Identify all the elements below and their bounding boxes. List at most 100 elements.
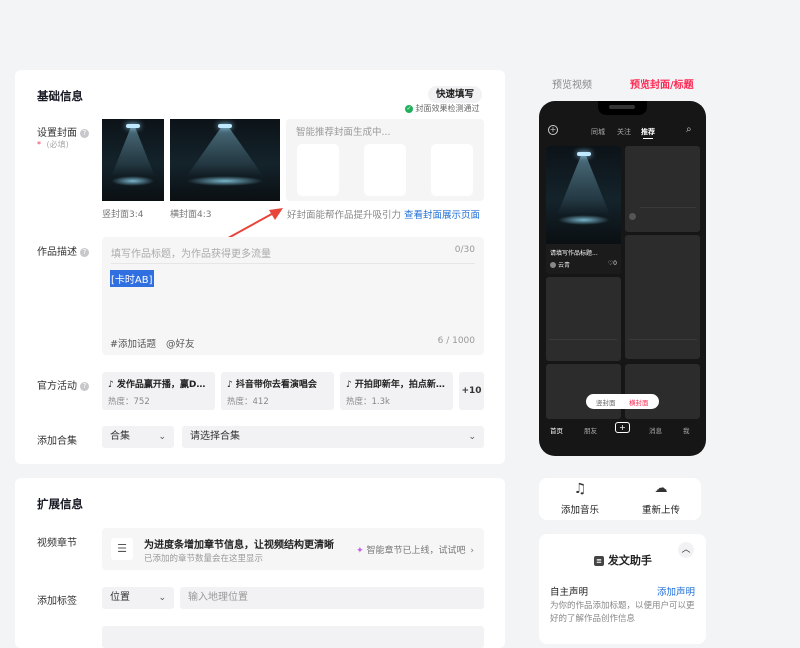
desc-editor[interactable]: 填写作品标题，为作品获得更多流量 0/30 [卡时AB] #添加话题 @好友 6… [102, 237, 484, 355]
cloud-upload-icon: ☁ [654, 481, 668, 496]
vertical-cover-thumb[interactable] [102, 119, 164, 201]
add-music-label: 添加音乐 [560, 505, 599, 516]
activity-title: 抖音带你去看演唱会 [235, 380, 317, 390]
feed-card-highlight: 请填写作品标题... 云青 ♡0 [546, 146, 621, 274]
desc-selected-text[interactable]: [卡时AB] [110, 270, 154, 287]
cover-hint: 好封面能帮作品提升吸引力 查看封面展示页面 [287, 207, 480, 221]
tiktok-icon: ♪ [227, 380, 233, 390]
toggle-vertical[interactable]: 竖封面 [596, 397, 616, 407]
chapter-subtitle: 已添加的章节数量会在这里显示 [144, 554, 264, 564]
tag-type-value: 位置 [110, 592, 130, 603]
placeholder-line [629, 339, 697, 340]
activity-heat: 热度：412 [227, 397, 269, 407]
help-icon: ? [80, 128, 89, 138]
reupload-button[interactable]: ☁ 重新上传 [637, 481, 685, 516]
cover-check-status: ✓ 封面效果检测通过 [405, 103, 480, 114]
title-input[interactable]: 填写作品标题，为作品获得更多流量 [111, 245, 271, 260]
chapter-panel[interactable]: ☰ 为进度条增加章节信息，让视频结构更清晰 已添加的章节数量会在这里显示 ✦ 智… [102, 528, 484, 570]
collection-select[interactable]: 请选择合集 ⌄ [182, 426, 484, 448]
declare-description: 为你的作品添加标题，以便用户可以更好的了解作品创作信息 [550, 601, 695, 624]
help-icon: ? [80, 247, 89, 257]
check-circle-icon: ✓ [405, 104, 413, 113]
feed-card-placeholder [546, 277, 621, 361]
feed-card-user: 云青 [558, 262, 571, 269]
cover-label: 设置封面? [37, 124, 89, 139]
nav-create-button: + [615, 422, 630, 433]
ai-cover-panel: 智能推荐封面生成中... [286, 119, 484, 201]
collapse-button[interactable]: ︿ [678, 542, 694, 558]
required-mark: * [37, 140, 41, 149]
phone-preview: + 同城 关注 推荐 ⌕ 请填写作品标题... 云青 ♡0 竖封面 横封面 首页… [539, 101, 706, 456]
basic-info-title: 基础信息 [37, 89, 83, 103]
activity-card-2[interactable]: ♪ 抖音带你去看演唱会 热度：412 [221, 372, 334, 410]
music-note-icon: ♫ [573, 481, 587, 497]
cover-toggle: 竖封面 横封面 [586, 394, 659, 409]
chevron-down-icon: ⌄ [468, 432, 476, 442]
smart-chapter-link[interactable]: ✦ 智能章节已上线，试试吧 › [356, 543, 474, 556]
phone-camera [609, 105, 635, 109]
nav-home: 首页 [550, 427, 563, 435]
feed-card-placeholder [546, 364, 621, 419]
title-divider [111, 263, 475, 264]
feed-card-avatar [550, 262, 556, 268]
declare-link[interactable]: 添加声明 [657, 584, 695, 598]
add-icon: + [548, 125, 558, 135]
activity-card-3[interactable]: ♪ 开拍即新年，拍点新… 热度：1.3k [340, 372, 453, 410]
phone-top-tab-1: 同城 [591, 128, 605, 136]
likes-count: 0 [613, 260, 617, 267]
ai-cover-slot-1[interactable] [297, 144, 339, 196]
activity-title: 发作品赢开播，赢D… [116, 380, 206, 390]
extended-info-title: 扩展信息 [37, 497, 83, 511]
feed-card-placeholder [625, 235, 700, 359]
reupload-label: 重新上传 [641, 505, 680, 516]
cover-hint-text: 好封面能帮作品提升吸引力 [287, 210, 402, 221]
phone-top-tab-2: 关注 [617, 128, 631, 136]
search-icon: ⌕ [686, 124, 692, 135]
desc-label: 作品描述? [37, 243, 89, 258]
view-cover-page-link[interactable]: 查看封面展示页面 [404, 210, 480, 221]
quick-fill-button[interactable]: 快速填写 [428, 86, 482, 103]
collection-placeholder: 请选择合集 [190, 431, 240, 442]
horizontal-cover-thumb[interactable] [170, 119, 280, 201]
ai-cover-slot-2[interactable] [364, 144, 406, 196]
tab-preview-cover[interactable]: 预览封面/标题 [630, 76, 694, 91]
activity-more-button[interactable]: +10 [459, 372, 484, 410]
add-music-button[interactable]: ♫ 添加音乐 [558, 481, 602, 516]
feed-card-placeholder [625, 146, 700, 232]
tag-type-select[interactable]: 位置 ⌄ [102, 587, 174, 609]
cover-label-text: 设置封面 [37, 128, 77, 139]
collection-label: 添加合集 [37, 436, 77, 447]
feed-card-cover [546, 146, 621, 244]
tab-preview-video[interactable]: 预览视频 [552, 76, 592, 91]
tag-label: 添加标签 [37, 596, 77, 607]
chevron-down-icon: ⌄ [158, 593, 166, 603]
collection-type-select[interactable]: 合集 ⌄ [102, 426, 174, 448]
next-field-row [102, 626, 484, 648]
help-icon: ? [80, 381, 89, 391]
location-placeholder: 输入地理位置 [188, 592, 248, 603]
placeholder-avatar [629, 213, 636, 220]
document-icon: ≡ [594, 556, 604, 566]
hashtag-button[interactable]: #添加话题 [110, 336, 156, 350]
required-text: (必填) [46, 140, 69, 149]
activity-label-text: 官方活动 [37, 381, 77, 392]
ai-generating-text: 智能推荐封面生成中... [296, 127, 391, 138]
declare-label: 自主声明 [550, 587, 589, 598]
ai-cover-slot-3[interactable] [431, 144, 473, 196]
smart-chapter-text: 智能章节已上线，试试吧 [366, 546, 466, 556]
feed-card-placeholder [625, 364, 700, 419]
location-input[interactable]: 输入地理位置 [180, 587, 484, 609]
mention-button[interactable]: @好友 [166, 336, 195, 350]
cover-check-text: 封面效果检测通过 [415, 104, 480, 113]
collection-type-value: 合集 [110, 431, 130, 442]
activity-heat: 热度：752 [108, 397, 150, 407]
chapter-label: 视频章节 [37, 538, 77, 549]
assistant-title: 发文助手 [607, 554, 652, 567]
toggle-horizontal[interactable]: 横封面 [629, 397, 649, 407]
activity-card-1[interactable]: ♪ 发作品赢开播，赢D… 热度：752 [102, 372, 215, 410]
chevron-down-icon: ⌄ [158, 432, 166, 442]
title-counter: 0/30 [454, 245, 475, 255]
activity-label: 官方活动? [37, 377, 89, 392]
nav-messages: 消息 [649, 427, 662, 435]
cover-required: * (必填) [37, 139, 69, 150]
